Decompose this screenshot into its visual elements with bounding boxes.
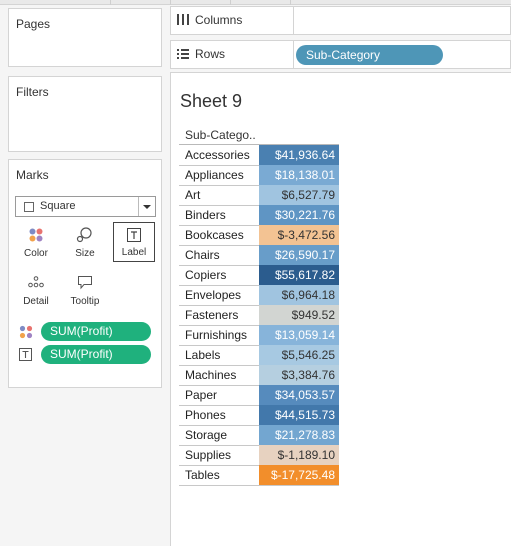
marks-card: Marks Square Color Size Label Detail Too… xyxy=(8,159,162,388)
detail-button-label: Detail xyxy=(23,296,49,307)
profit-cell[interactable]: $44,515.73 xyxy=(259,405,339,425)
size-button[interactable]: Size xyxy=(64,222,106,262)
profit-cell[interactable]: $34,053.57 xyxy=(259,385,339,405)
row-label[interactable]: Accessories xyxy=(185,145,250,165)
filters-shelf[interactable]: Filters xyxy=(8,76,162,152)
color-dots-icon xyxy=(29,228,43,242)
size-icon xyxy=(76,227,92,243)
profit-cell[interactable]: $41,936.64 xyxy=(259,145,339,165)
marks-title: Marks xyxy=(16,168,49,182)
pages-title: Pages xyxy=(16,17,51,31)
columns-shelf-dropzone[interactable] xyxy=(294,6,511,35)
pages-shelf[interactable]: Pages xyxy=(8,8,162,67)
label-button-label: Label xyxy=(121,247,147,258)
columns-shelf-label: Columns xyxy=(170,6,294,35)
row-label[interactable]: Paper xyxy=(185,385,217,405)
sheet-title: Sheet 9 xyxy=(180,91,243,111)
profit-cell[interactable]: $-17,725.48 xyxy=(259,465,339,485)
row-label[interactable]: Supplies xyxy=(185,445,231,465)
top-toolbar-strip xyxy=(0,0,511,5)
color-button-label: Color xyxy=(24,248,48,259)
profit-cell[interactable]: $18,138.01 xyxy=(259,165,339,185)
tooltip-button[interactable]: Tooltip xyxy=(64,270,106,310)
row-label[interactable]: Machines xyxy=(185,365,236,385)
profit-cell[interactable]: $6,964.18 xyxy=(259,285,339,305)
size-button-label: Size xyxy=(75,248,95,259)
color-dots-icon xyxy=(19,325,33,339)
filters-title: Filters xyxy=(16,85,49,99)
mark-type-dropdown[interactable]: Square xyxy=(15,196,156,217)
toolbar-divider xyxy=(110,0,111,5)
color-button[interactable]: Color xyxy=(15,222,57,262)
row-label[interactable]: Tables xyxy=(185,465,220,485)
profit-cell[interactable]: $6,527.79 xyxy=(259,185,339,205)
tooltip-icon xyxy=(78,276,92,290)
tooltip-button-label: Tooltip xyxy=(70,296,100,307)
rows-shelf-dropzone[interactable]: Sub-Category xyxy=(294,40,511,69)
rows-label: Rows xyxy=(195,47,226,61)
toolbar-divider xyxy=(290,0,291,5)
profit-cell[interactable]: $5,546.25 xyxy=(259,345,339,365)
profit-cell[interactable]: $-3,472.56 xyxy=(259,225,339,245)
profit-cell[interactable]: $13,059.14 xyxy=(259,325,339,345)
square-mark-icon xyxy=(24,202,34,212)
columns-icon xyxy=(177,14,189,25)
label-T-icon xyxy=(19,348,32,361)
row-label[interactable]: Appliances xyxy=(185,165,244,185)
profit-cell[interactable]: $26,590.17 xyxy=(259,245,339,265)
row-label[interactable]: Chairs xyxy=(185,245,220,265)
row-label[interactable]: Furnishings xyxy=(185,325,247,345)
row-label[interactable]: Bookcases xyxy=(185,225,244,245)
sub-category-column-header[interactable]: Sub-Catego.. xyxy=(185,128,256,142)
profit-cell[interactable]: $3,384.76 xyxy=(259,365,339,385)
mark-type-label: Square xyxy=(40,200,76,212)
toolbar-divider xyxy=(170,0,171,5)
toolbar-divider xyxy=(230,0,231,5)
row-label[interactable]: Art xyxy=(185,185,200,205)
label-button[interactable]: Label xyxy=(113,222,155,262)
row-label[interactable]: Binders xyxy=(185,205,226,225)
profit-cell[interactable]: $55,617.82 xyxy=(259,265,339,285)
row-label[interactable]: Storage xyxy=(185,425,227,445)
row-label[interactable]: Fasteners xyxy=(185,305,238,325)
rows-icon xyxy=(177,49,189,59)
color-sum-profit-pill[interactable]: SUM(Profit) xyxy=(41,322,151,341)
row-label[interactable]: Phones xyxy=(185,405,226,425)
sub-category-pill[interactable]: Sub-Category xyxy=(296,45,443,65)
row-label[interactable]: Envelopes xyxy=(185,285,241,305)
detail-dots-icon xyxy=(28,276,44,288)
label-T-icon xyxy=(127,228,141,242)
label-sum-profit-pill[interactable]: SUM(Profit) xyxy=(41,345,151,364)
row-label[interactable]: Copiers xyxy=(185,265,226,285)
profit-cell[interactable]: $949.52 xyxy=(259,305,339,325)
columns-label: Columns xyxy=(195,13,243,27)
profit-cell[interactable]: $-1,189.10 xyxy=(259,445,339,465)
chevron-down-icon[interactable] xyxy=(138,197,154,216)
row-label[interactable]: Labels xyxy=(185,345,220,365)
detail-button[interactable]: Detail xyxy=(15,270,57,310)
profit-cell[interactable]: $30,221.76 xyxy=(259,205,339,225)
profit-cell[interactable]: $21,278.83 xyxy=(259,425,339,445)
sheet-view: Sheet 9 Sub-Catego.. Accessories $41,936.… xyxy=(170,72,511,546)
rows-shelf-label: Rows xyxy=(170,40,294,69)
row-divider xyxy=(179,485,339,486)
